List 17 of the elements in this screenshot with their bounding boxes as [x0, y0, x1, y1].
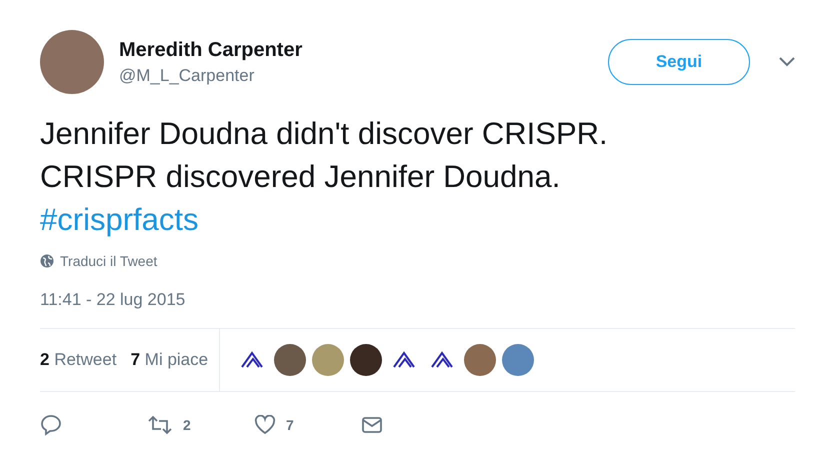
action-count: 2: [183, 417, 191, 433]
stat-link[interactable]: 2 Retweet: [40, 350, 117, 370]
timestamp: 11:41 - 22 lug 2015: [40, 290, 186, 310]
author-handle[interactable]: @M_L_Carpenter: [119, 64, 608, 86]
reply-icon[interactable]: [40, 414, 62, 436]
heart-icon[interactable]: [254, 415, 276, 435]
avatar-photo[interactable]: [350, 344, 382, 376]
action-count: 7: [286, 417, 294, 433]
tweet-text: Jennifer Doudna didn't discover CRISPR. CRISPR discovered Jennifer Doudna. #crisprfacts: [40, 115, 609, 239]
author-name[interactable]: Meredith Carpenter: [119, 38, 608, 62]
chevron-down-icon[interactable]: [779, 57, 795, 67]
retweet-icon[interactable]: [147, 415, 173, 435]
stat-link[interactable]: 7 Mi piace: [130, 350, 208, 370]
translate-link[interactable]: Traduci il Tweet: [60, 253, 158, 269]
avatar-photo[interactable]: [274, 344, 306, 376]
globe-icon: [40, 254, 54, 268]
envelope-icon[interactable]: [361, 416, 383, 434]
